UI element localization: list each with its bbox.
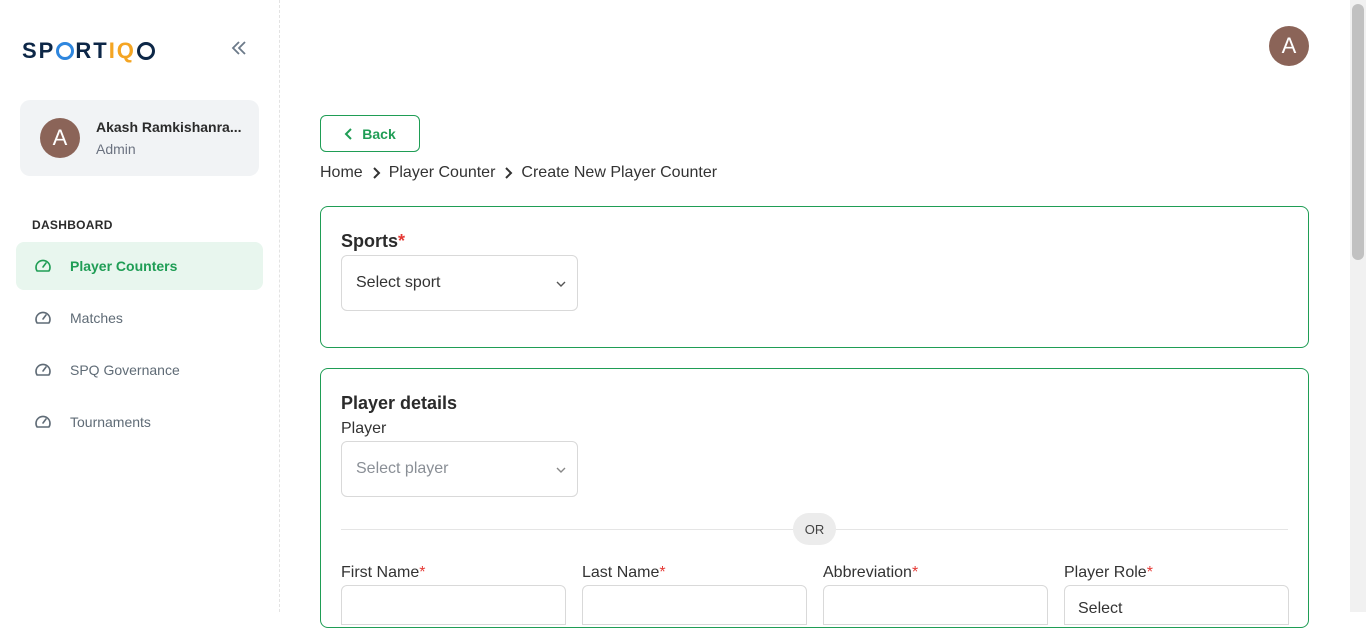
player-role-select-value: Select xyxy=(1078,600,1123,617)
sports-title: Sports* xyxy=(341,231,405,252)
chevron-down-icon xyxy=(556,467,566,473)
user-role: Admin xyxy=(96,141,136,157)
sidebar-item-spq-governance[interactable]: SPQ Governance xyxy=(16,346,263,394)
back-button-label: Back xyxy=(362,125,396,142)
page-scrollbar[interactable] xyxy=(1350,0,1366,612)
sportiqo-logo[interactable]: SP RT IQ xyxy=(22,38,156,64)
scrollbar-thumb[interactable] xyxy=(1352,4,1364,260)
required-mark: * xyxy=(419,564,426,581)
sidebar-item-label: Player Counters xyxy=(70,258,178,274)
sidebar-nav: Player Counters Matches SPQ Governance T… xyxy=(16,242,263,450)
required-mark: * xyxy=(398,231,406,251)
nav-section-title: DASHBOARD xyxy=(32,218,113,232)
user-name: Akash Ramkishanra... xyxy=(96,119,242,135)
sidebar-item-label: Matches xyxy=(70,310,123,326)
player-label: Player xyxy=(341,420,387,437)
required-mark: * xyxy=(659,564,666,581)
user-profile-card[interactable]: A Akash Ramkishanra... Admin xyxy=(20,100,259,176)
player-select-value: Select player xyxy=(356,460,449,477)
sidebar-item-label: SPQ Governance xyxy=(70,362,180,378)
chevron-right-icon xyxy=(371,167,381,179)
header-user-avatar[interactable]: A xyxy=(1269,26,1309,66)
player-select[interactable]: Select player xyxy=(341,441,578,497)
chevron-left-icon xyxy=(344,127,352,140)
gauge-icon xyxy=(34,257,52,275)
player-role-label-text: Player Role xyxy=(1064,564,1147,581)
required-mark: * xyxy=(1146,564,1153,581)
sidebar-item-player-counters[interactable]: Player Counters xyxy=(16,242,263,290)
sport-select[interactable]: Select sport xyxy=(341,255,578,311)
chevron-right-icon xyxy=(503,167,513,179)
sports-card: Sports* Select sport xyxy=(320,206,1309,348)
player-details-card: Player details Player Select player OR F… xyxy=(320,368,1309,628)
user-avatar: A xyxy=(40,118,80,158)
sidebar: SP RT IQ A Akash Ramkishanra... Admin DA… xyxy=(0,0,280,612)
first-name-label-text: First Name xyxy=(341,564,420,581)
last-name-field[interactable] xyxy=(582,585,807,625)
sports-title-text: Sports xyxy=(341,231,399,251)
sport-select-value: Select sport xyxy=(356,274,441,291)
abbreviation-field[interactable] xyxy=(823,585,1048,625)
double-chevron-left-icon xyxy=(231,41,246,55)
breadcrumb-current: Create New Player Counter xyxy=(521,164,718,181)
gauge-icon xyxy=(34,413,52,431)
back-button[interactable]: Back xyxy=(320,115,420,152)
player-role-select[interactable]: Select xyxy=(1064,585,1289,625)
sidebar-item-label: Tournaments xyxy=(70,414,151,430)
abbreviation-label: Abbreviation* xyxy=(823,564,918,582)
or-badge: OR xyxy=(793,513,836,545)
sidebar-item-tournaments[interactable]: Tournaments xyxy=(16,398,263,446)
logo-text-iq: IQ xyxy=(108,38,136,63)
gauge-icon xyxy=(34,309,52,327)
last-name-label-text: Last Name xyxy=(582,564,660,581)
sidebar-item-matches[interactable]: Matches xyxy=(16,294,263,342)
logo-text-start: SP xyxy=(22,38,56,63)
required-mark: * xyxy=(911,564,919,581)
first-name-label: First Name* xyxy=(341,564,425,582)
player-details-title: Player details xyxy=(341,393,458,413)
logo-ball-icon xyxy=(56,42,75,60)
last-name-label: Last Name* xyxy=(582,564,666,582)
chevron-down-icon xyxy=(556,281,566,287)
player-role-label: Player Role* xyxy=(1064,564,1153,582)
breadcrumb-home[interactable]: Home xyxy=(320,164,363,182)
logo-o-icon xyxy=(136,42,155,60)
breadcrumb: Home Player Counter Create New Player Co… xyxy=(320,164,717,182)
collapse-sidebar-button[interactable] xyxy=(228,38,250,60)
gauge-icon xyxy=(34,361,52,379)
logo-text-mid: RT xyxy=(75,38,109,63)
first-name-field[interactable] xyxy=(341,585,566,625)
breadcrumb-player-counter[interactable]: Player Counter xyxy=(389,164,496,182)
abbreviation-label-text: Abbreviation xyxy=(823,564,912,581)
